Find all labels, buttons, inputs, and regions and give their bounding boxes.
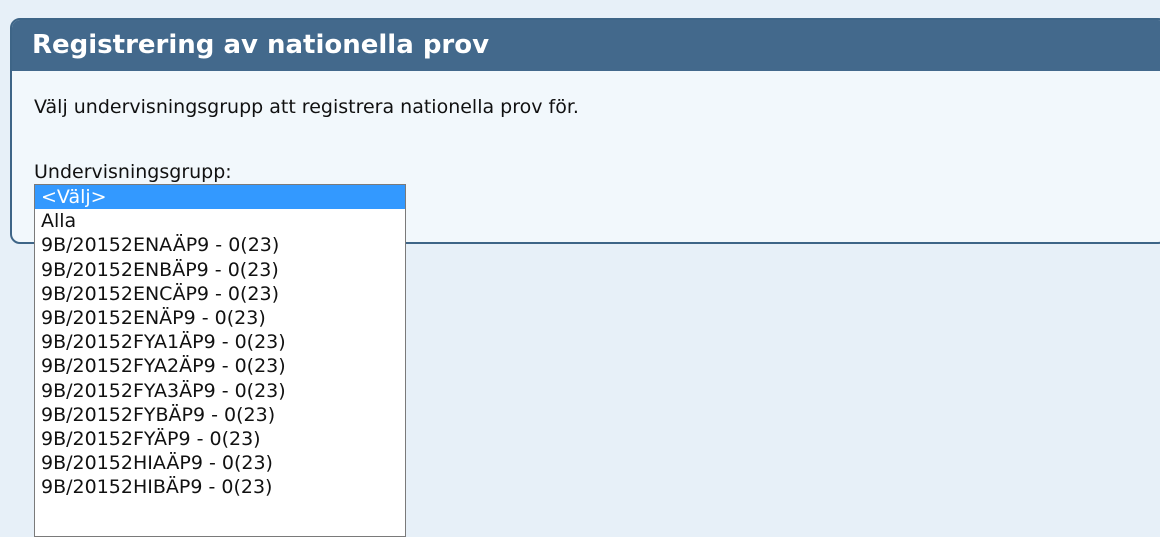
dropdown-option[interactable]: 9B/20152ENÄP9 - 0(23) [35, 306, 405, 330]
dropdown-option[interactable]: 9B/20152HIAÄP9 - 0(23) [35, 451, 405, 475]
dropdown-option[interactable]: 9B/20152ENBÄP9 - 0(23) [35, 258, 405, 282]
dropdown-option[interactable]: 9B/20152FYA1ÄP9 - 0(23) [35, 330, 405, 354]
group-label: Undervisningsgrupp: [34, 161, 232, 183]
page: Registrering av nationella prov Välj und… [0, 0, 1160, 537]
dropdown-option[interactable]: 9B/20152FYBÄP9 - 0(23) [35, 403, 405, 427]
dropdown-option[interactable]: Alla [35, 209, 405, 233]
dropdown-option[interactable]: 9B/20152HIBÄP9 - 0(23) [35, 475, 405, 499]
intro-text: Välj undervisningsgrupp att registrera n… [34, 96, 579, 118]
dropdown-option[interactable]: <Välj> [35, 185, 405, 210]
group-dropdown-list[interactable]: <Välj> Alla 9B/20152ENAÄP9 - 0(23) 9B/20152… [34, 184, 406, 537]
dropdown-option[interactable]: 9B/20152ENAÄP9 - 0(23) [35, 233, 405, 257]
panel-title: Registrering av nationella prov [12, 20, 1160, 71]
dropdown-option[interactable]: 9B/20152FYÄP9 - 0(23) [35, 427, 405, 451]
dropdown-option[interactable]: 9B/20152FYA3ÄP9 - 0(23) [35, 379, 405, 403]
dropdown-option[interactable]: 9B/20152ENCÄP9 - 0(23) [35, 282, 405, 306]
dropdown-option[interactable]: 9B/20152FYA2ÄP9 - 0(23) [35, 354, 405, 378]
